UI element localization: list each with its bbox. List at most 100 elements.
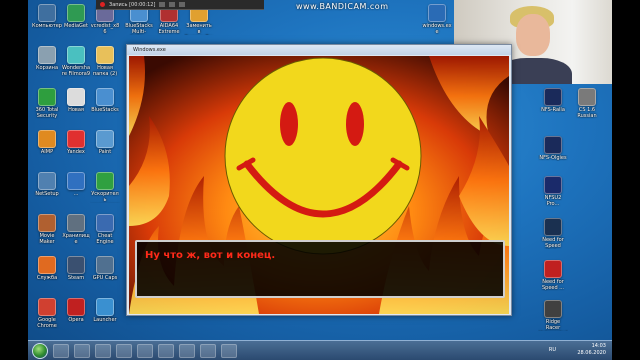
nfs-shift-icon xyxy=(544,260,562,278)
taskbar-mail-icon[interactable] xyxy=(200,343,216,358)
dialog-box[interactable]: Ну что ж, вот и конец. xyxy=(135,240,505,298)
desktop-shortcut[interactable]: Ridge Racer Unbounded xyxy=(538,300,568,331)
cs16-icon xyxy=(578,88,596,106)
desktop-shortcut-label: Новая xyxy=(68,107,84,113)
camera-icon[interactable] xyxy=(169,2,176,7)
desktop-shortcut-label: Ускоритель компьютера xyxy=(91,191,119,203)
clock-date: 28.06.2020 xyxy=(577,350,606,356)
desktop-shortcut[interactable]: Need for Speed Und... xyxy=(538,218,568,249)
desktop-shortcut[interactable]: Cheat Engine xyxy=(90,214,120,245)
desktop-shortcut-label: Wondershare Filmora9 xyxy=(61,65,91,77)
desktop-shortcut-label: Заменить в Яндекс.Ди... xyxy=(186,23,212,35)
nfs-icon xyxy=(544,136,562,154)
service-icon xyxy=(38,256,56,274)
game-canvas[interactable]: Ну что ж, вот и конец. xyxy=(129,56,509,314)
desktop-shortcut[interactable]: NFSU2 Pro... xyxy=(538,176,568,207)
desktop-shortcut[interactable]: NFS-Ralla xyxy=(538,88,568,113)
filmora-icon xyxy=(67,46,85,64)
desktop-shortcut-label: Opera xyxy=(68,317,84,323)
system-clock[interactable]: 14:03 28.06.2020 xyxy=(577,343,606,357)
desktop-shortcut[interactable]: windows.exe xyxy=(422,4,452,35)
desktop-shortcut-label: GPU Caps xyxy=(92,275,118,281)
desktop-shortcut[interactable]: ... xyxy=(61,172,91,197)
yandex-icon xyxy=(67,130,85,148)
desktop-shortcut-label: Cheat Engine xyxy=(96,233,114,245)
desktop-shortcut[interactable]: AIMP xyxy=(32,130,62,155)
file-icon xyxy=(67,88,85,106)
desktop-shortcut-label: CS 1.6 Russian xyxy=(577,107,597,119)
taskbar-yandex-icon[interactable] xyxy=(95,343,111,358)
desktop-shortcut-label: Movie Maker xyxy=(39,233,55,245)
opera-icon xyxy=(67,298,85,316)
desktop-shortcut[interactable]: Новая папка (2) xyxy=(90,46,120,77)
desktop-shortcut[interactable]: Корзина xyxy=(32,46,62,71)
desktop-shortcut[interactable]: Need for Speed ... xyxy=(538,260,568,291)
launcher-icon xyxy=(96,298,114,316)
desktop-shortcut-label: Google Chrome xyxy=(37,317,57,329)
desktop-shortcut[interactable]: MediaGet xyxy=(61,4,91,29)
desktop-shortcut[interactable]: Paint xyxy=(90,130,120,155)
desktop-shortcut[interactable]: Служба xyxy=(32,256,62,281)
desktop-shortcut[interactable]: Yandex xyxy=(61,130,91,155)
desktop-shortcut-label: Launcher xyxy=(93,317,117,323)
taskbar-opera-icon[interactable] xyxy=(53,343,69,358)
ridge-racer-icon xyxy=(544,300,562,318)
desktop-shortcut[interactable]: NetSetup xyxy=(32,172,62,197)
desktop-shortcut[interactable]: Movie Maker xyxy=(32,214,62,245)
movie-maker-icon xyxy=(38,214,56,232)
folder-icon xyxy=(96,46,114,64)
arrow-icon xyxy=(67,172,85,190)
desktop-shortcut[interactable]: CS 1.6 Russian xyxy=(572,88,602,119)
nfs-profiles-icon xyxy=(544,176,562,194)
desktop-shortcut[interactable]: Компьютер xyxy=(32,4,62,29)
speedup-icon xyxy=(96,172,114,190)
desktop-shortcut[interactable]: GPU Caps xyxy=(90,256,120,281)
game-window[interactable]: Windows.exe Ну что ж, вот и конец. xyxy=(126,44,512,316)
desktop-shortcut-label: AIMP xyxy=(40,149,54,155)
desktop-shortcut-label: AIDA64 Extreme xyxy=(158,23,180,35)
desktop-shortcut-label: Ridge Racer Unbounded xyxy=(545,319,561,331)
desktop-shortcut[interactable]: Новая xyxy=(61,88,91,113)
desktop-shortcut[interactable]: NFS-Olgies xyxy=(538,136,568,161)
desktop-shortcut[interactable]: Ускоритель компьютера xyxy=(90,172,120,203)
desktop-shortcut[interactable]: Wondershare Filmora9 xyxy=(61,46,91,77)
desktop-shortcut-label: Need for Speed ... xyxy=(541,279,565,291)
bandicam-watermark: www.BANDICAM.com xyxy=(296,2,389,11)
start-button[interactable] xyxy=(32,342,48,359)
taskbar-explorer-icon[interactable] xyxy=(74,343,90,358)
desktop-shortcut-label: NetSetup xyxy=(35,191,59,197)
desktop-shortcut-label: Служба xyxy=(36,275,58,281)
desktop-shortcut[interactable]: Google Chrome xyxy=(32,298,62,329)
desktop-shortcut-label: Корзина xyxy=(35,65,59,71)
desktop-shortcut[interactable]: Хранилище xyxy=(61,214,91,245)
taskbar-app-icon[interactable] xyxy=(158,343,174,358)
360-security-icon xyxy=(38,88,56,106)
taskbar-windows-icon[interactable] xyxy=(179,343,195,358)
taskbar-record-icon[interactable] xyxy=(137,343,153,358)
pause-icon[interactable] xyxy=(159,2,166,7)
desktop-shortcut-label: Компьютер xyxy=(32,23,62,29)
desktop-shortcut[interactable]: Launcher xyxy=(90,298,120,323)
desktop-shortcut[interactable]: 360 Total Security xyxy=(32,88,62,119)
bluestacks-icon xyxy=(96,88,114,106)
desktop-shortcut-label: BlueStacks Multi-Insta... xyxy=(125,23,153,35)
window-titlebar[interactable]: Windows.exe xyxy=(127,45,511,55)
nfs-underground-icon xyxy=(544,218,562,236)
clock-time: 14:03 xyxy=(591,343,606,349)
taskbar-browser-icon[interactable] xyxy=(116,343,132,358)
paint-icon xyxy=(96,130,114,148)
cheat-engine-icon xyxy=(96,214,114,232)
stop-icon[interactable] xyxy=(179,2,186,7)
record-dot-icon[interactable] xyxy=(100,2,105,7)
language-indicator[interactable]: RU xyxy=(549,347,556,353)
video-frame: Компьютер MediaGet vcredist_x86 BlueStacks … xyxy=(0,0,640,360)
desktop-shortcut[interactable]: BlueStacks xyxy=(90,88,120,113)
windows-exe-icon xyxy=(428,4,446,22)
taskbar-game-icon[interactable] xyxy=(221,343,237,358)
desktop-shortcut[interactable]: Opera xyxy=(61,298,91,323)
desktop-shortcut[interactable]: Steam xyxy=(61,256,91,281)
desktop-shortcut-label: Новая папка (2) xyxy=(92,65,118,77)
netsetup-icon xyxy=(38,172,56,190)
bandicam-recorder-bar[interactable]: Запись [00:00:12] xyxy=(96,0,264,10)
computer-icon xyxy=(38,4,56,22)
